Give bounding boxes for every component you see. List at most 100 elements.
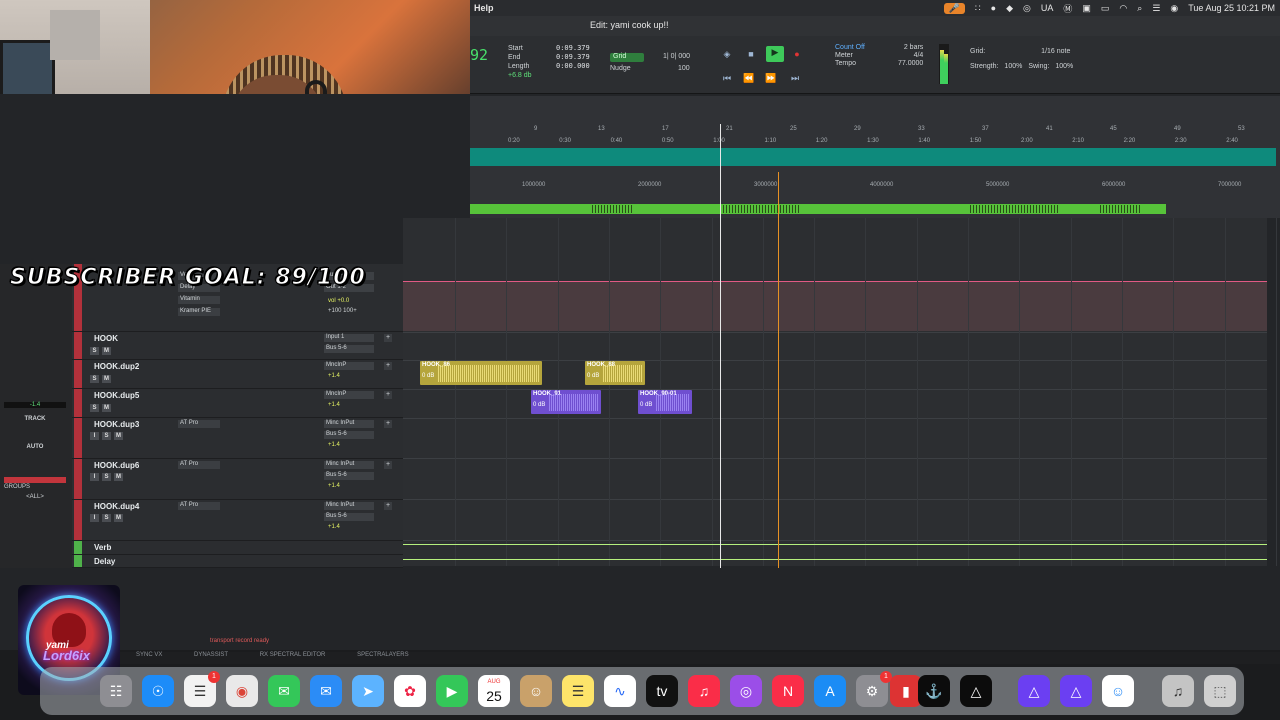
trash-icon[interactable]: ⬚: [1204, 675, 1236, 707]
go-to-end-icon[interactable]: ⏭: [788, 72, 802, 84]
volume-readout[interactable]: +1.4: [328, 442, 340, 448]
mute-button[interactable]: M: [102, 404, 111, 412]
input-select[interactable]: MncInP: [324, 391, 374, 399]
input-source[interactable]: UA: [1041, 3, 1054, 13]
volume-readout[interactable]: vol +0.0: [328, 298, 349, 304]
insert-slot[interactable]: AT Pro: [178, 461, 220, 469]
level-readout[interactable]: -1.4: [4, 402, 66, 408]
app-store-icon[interactable]: A: [814, 675, 846, 707]
mic-indicator-icon[interactable]: 🎤: [943, 2, 965, 14]
tempo-value[interactable]: 77.0000: [898, 60, 923, 68]
mute-button[interactable]: M: [114, 514, 123, 522]
finder-icon[interactable]: ☺: [1102, 675, 1134, 707]
track-name[interactable]: HOOK: [94, 334, 118, 343]
photos-icon[interactable]: ✿: [394, 675, 426, 707]
grid-value[interactable]: 1| 0| 000: [663, 53, 690, 60]
add-icon[interactable]: +: [384, 420, 392, 428]
siri-icon[interactable]: ◉: [1170, 3, 1178, 14]
output-select[interactable]: Bus 5-6: [324, 513, 374, 521]
news-icon[interactable]: N: [772, 675, 804, 707]
volume-readout[interactable]: +1.4: [328, 524, 340, 530]
launchpad-icon[interactable]: ☷: [100, 675, 132, 707]
solo-button[interactable]: S: [102, 514, 111, 522]
start-value[interactable]: 0:09.379: [556, 44, 590, 53]
audio-clip[interactable]: HOOK_88 0 dB: [585, 361, 645, 385]
all-group[interactable]: <ALL>: [4, 494, 66, 500]
mute-button[interactable]: M: [102, 347, 111, 355]
add-icon[interactable]: +: [384, 391, 392, 399]
track-row[interactable]: Delay: [72, 555, 403, 568]
solo-button[interactable]: S: [90, 404, 99, 412]
meter-value[interactable]: 4/4: [898, 52, 924, 60]
solo-button[interactable]: S: [90, 375, 99, 383]
go-to-start-icon[interactable]: ⏮: [720, 72, 734, 84]
ua-icon[interactable]: △: [960, 675, 992, 707]
plugin-shortcut[interactable]: SPECTRALAYERS: [357, 652, 409, 658]
timeline-rulers[interactable]: 9 13 17 21 25 29 33 37 41 45 49 53 0:20 0:30 0:40 0:50…: [470, 96, 1280, 218]
calendar-icon[interactable]: AUG 25: [478, 675, 510, 707]
freeform-icon[interactable]: ∿: [604, 675, 636, 707]
input-select[interactable]: Minc InPut: [324, 420, 374, 428]
master-track-overview[interactable]: [470, 204, 1166, 214]
search-icon[interactable]: ⌕: [1137, 3, 1142, 14]
track-row[interactable]: HOOK.dup2 SM MncInP +1.4 +: [72, 360, 403, 389]
record-strip[interactable]: [4, 477, 66, 483]
mute-button[interactable]: M: [114, 432, 123, 440]
track-name[interactable]: HOOK.dup3: [94, 420, 139, 429]
input-monitor-button[interactable]: I: [90, 473, 99, 481]
rewind-icon[interactable]: ⏪: [742, 72, 756, 84]
chrome-icon[interactable]: ◉: [226, 675, 258, 707]
volume-readout[interactable]: +1.4: [328, 373, 340, 379]
reminders-icon[interactable]: ☰ 1: [184, 671, 220, 707]
input-select[interactable]: MncInP: [324, 362, 374, 370]
tracks-timeline[interactable]: HOOK_86 0 dB HOOK_88 0 dB HOOK_91 0 dB H…: [403, 218, 1277, 566]
strength-value[interactable]: 100%: [1004, 59, 1022, 74]
track-name[interactable]: Delay: [94, 557, 115, 566]
mute-button[interactable]: M: [114, 473, 123, 481]
track-row[interactable]: HOOK.dup4 ISM AT Pro Minc InPut Bus 5-6 …: [72, 500, 403, 541]
mail-icon[interactable]: ✉: [310, 675, 342, 707]
volume-readout[interactable]: +1.4: [328, 402, 340, 408]
add-icon[interactable]: +: [384, 362, 392, 370]
output-select[interactable]: Bus 5-6: [324, 472, 374, 480]
track-name[interactable]: Verb: [94, 543, 111, 552]
count-off-label[interactable]: Count Off: [835, 44, 865, 52]
safari-icon[interactable]: ☉: [142, 675, 174, 707]
input-select[interactable]: Input 1: [324, 334, 374, 342]
end-value[interactable]: 0:09.379: [556, 53, 590, 62]
fast-forward-icon[interactable]: ⏩: [764, 72, 778, 84]
track-name[interactable]: HOOK.dup6: [94, 461, 139, 470]
audio-clip[interactable]: HOOK_91 0 dB: [531, 390, 601, 414]
count-off-panel[interactable]: Count Off Meter Tempo: [835, 44, 865, 68]
ua-connect-icon[interactable]: ⚓: [918, 675, 950, 707]
screen-mirror-icon[interactable]: ▣: [1082, 3, 1091, 14]
nudge-value[interactable]: 100: [678, 65, 690, 72]
audio-file-icon[interactable]: ♫: [1162, 675, 1194, 707]
wifi-icon[interactable]: ◠: [1119, 3, 1127, 14]
track-name[interactable]: HOOK.dup2: [94, 362, 139, 371]
track-row[interactable]: HOOK.dup5 SM MncInP +1.4 +: [72, 389, 403, 418]
maps-icon[interactable]: ➤: [352, 675, 384, 707]
music-icon[interactable]: ♫: [688, 675, 720, 707]
add-icon[interactable]: +: [384, 334, 392, 342]
volume-readout[interactable]: +1.4: [328, 483, 340, 489]
grid-note-select[interactable]: 1/16 note: [1041, 44, 1070, 59]
battery-icon[interactable]: ▭: [1101, 3, 1110, 14]
podcasts-icon[interactable]: ◎: [730, 675, 762, 707]
focus-icon[interactable]: ●: [991, 3, 996, 13]
verb-volume-line[interactable]: [403, 544, 1267, 545]
menubar-clock[interactable]: Tue Aug 25 10:21 PM: [1188, 3, 1275, 13]
solo-button[interactable]: S: [102, 432, 111, 440]
online-icon[interactable]: ◈: [720, 48, 734, 60]
edit-cursor-line[interactable]: [778, 172, 779, 568]
meter-tempo-values[interactable]: 2 bars 4/4 77.0000: [898, 44, 923, 68]
main-counter[interactable]: 92: [470, 46, 488, 64]
record-button[interactable]: ●: [790, 48, 804, 60]
playhead-line[interactable]: [720, 124, 721, 568]
bars-value[interactable]: 2 bars: [898, 44, 923, 52]
pan-readout[interactable]: +100 100+: [328, 308, 357, 314]
messages-icon[interactable]: ✉: [268, 675, 300, 707]
plugin-shortcut[interactable]: SYNC VX: [136, 652, 162, 658]
length-value[interactable]: 0:00.000: [556, 62, 590, 71]
pro-tools-icon-2[interactable]: △: [1060, 675, 1092, 707]
